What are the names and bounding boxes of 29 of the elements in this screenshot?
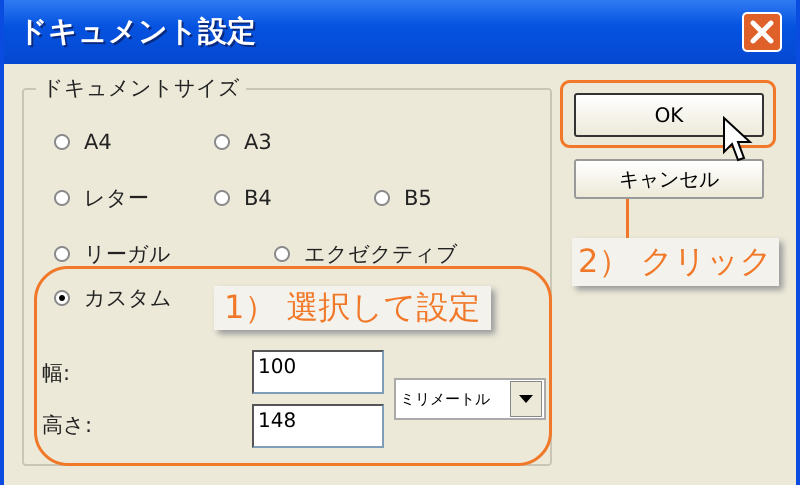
- close-button[interactable]: [742, 12, 782, 52]
- radio-button[interactable]: [54, 134, 70, 150]
- radio-button[interactable]: [214, 190, 230, 206]
- leader-line: [626, 199, 629, 240]
- radio-option[interactable]: レター: [54, 184, 149, 212]
- radio-option[interactable]: リーガル: [54, 240, 171, 268]
- dialog-button[interactable]: キャンセル: [574, 159, 764, 199]
- radio-button[interactable]: [374, 190, 390, 206]
- dropdown-arrow-icon: [518, 394, 534, 404]
- radio-button[interactable]: [54, 190, 70, 206]
- radio-option[interactable]: エクゼクティブ: [274, 240, 458, 268]
- radio-option[interactable]: A3: [214, 130, 272, 154]
- radio-option[interactable]: B5: [374, 186, 432, 210]
- width-field[interactable]: 100: [252, 350, 384, 394]
- radio-button[interactable]: [54, 290, 70, 306]
- annotation-label: 1） 選択して設定: [214, 286, 491, 330]
- window-title: ドキュメント設定: [18, 13, 256, 50]
- radio-option[interactable]: A4: [54, 130, 112, 154]
- radio-button[interactable]: [274, 246, 290, 262]
- dialog-button[interactable]: OK: [574, 93, 764, 137]
- annotation-label: 2） クリック: [572, 238, 779, 286]
- height-label: 高さ:: [42, 412, 94, 439]
- radio-button[interactable]: [54, 246, 70, 262]
- unit-dropdown[interactable]: ミリメートル: [394, 378, 546, 420]
- width-label: 幅:: [42, 360, 72, 387]
- radio-option[interactable]: B4: [214, 186, 272, 210]
- height-field[interactable]: 148: [252, 404, 384, 448]
- radio-button[interactable]: [214, 134, 230, 150]
- radio-option[interactable]: カスタム: [54, 284, 172, 312]
